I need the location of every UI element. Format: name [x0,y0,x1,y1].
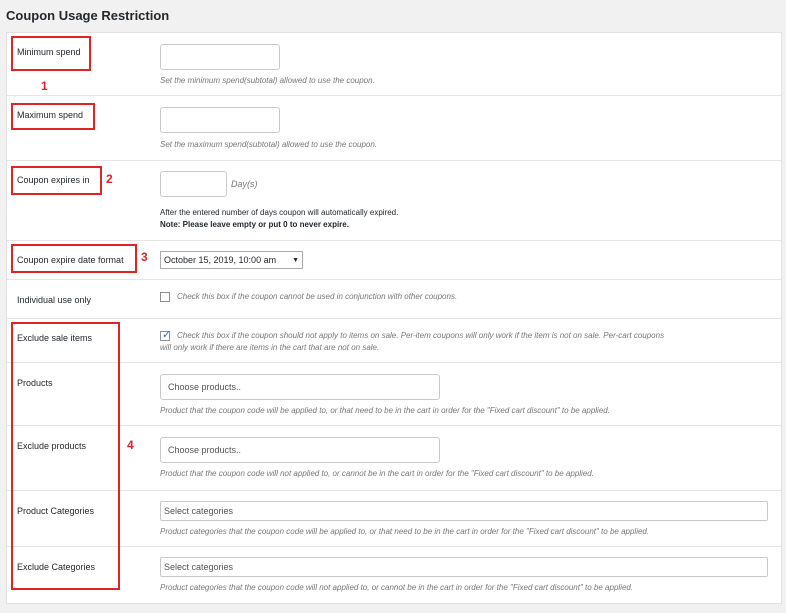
exclude-sale-help-line1: Check this box if the coupon should not … [177,331,665,340]
exclude-products-row: Exclude products Choose products.. Produ… [7,426,781,491]
min-spend-row: Minimum spend Set the minimum spend(subt… [7,33,781,96]
annotation-box-exclusions [11,322,120,590]
annotation-box-date-format [11,244,137,273]
individual-use-row: Individual use only Check this box if th… [7,280,781,319]
exclude-categories-help: Product categories that the coupon code … [160,583,634,592]
annotation-marker-1: 1 [41,79,48,93]
individual-use-checkbox[interactable] [160,292,170,302]
max-spend-row: Maximum spend Set the maximum spend(subt… [7,96,781,161]
annotation-box-min-spend [11,36,91,71]
exclude-categories-placeholder: Select categories [164,562,234,572]
exclude-sale-checkbox[interactable]: ✓ [160,329,172,341]
exclude-products-input[interactable]: Choose products.. [160,437,440,463]
max-spend-help: Set the maximum spend(subtotal) allowed … [160,140,378,149]
products-help: Product that the coupon code will be app… [160,406,610,415]
exclude-sale-help-line2: will only work if there are items in the… [160,343,380,352]
section-title: Coupon Usage Restriction [6,8,170,23]
expires-in-input[interactable] [160,171,227,197]
min-spend-input[interactable] [160,44,280,70]
product-categories-help: Product categories that the coupon code … [160,527,650,536]
exclude-products-placeholder: Choose products.. [168,445,242,455]
products-input[interactable]: Choose products.. [160,374,440,400]
product-categories-row: Product Categories Select categories Pro… [7,491,781,547]
expires-in-row: Coupon expires in Day(s) After the enter… [7,161,781,241]
usage-restriction-panel: Minimum spend Set the minimum spend(subt… [6,32,782,604]
products-row: Products Choose products.. Product that … [7,363,781,426]
max-spend-input[interactable] [160,107,280,133]
min-spend-help: Set the minimum spend(subtotal) allowed … [160,76,375,85]
checkmark-icon: ✓ [162,329,172,341]
annotation-marker-3: 3 [141,250,148,264]
product-categories-placeholder: Select categories [164,506,234,516]
exclude-categories-row: Exclude Categories Select categories Pro… [7,547,781,603]
individual-use-label: Individual use only [17,295,92,305]
expires-in-note: Note: Please leave empty or put 0 to nev… [160,220,349,229]
annotation-marker-2: 2 [106,172,113,186]
exclude-products-help: Product that the coupon code will not ap… [160,469,594,478]
chevron-down-icon: ▼ [292,257,299,264]
individual-use-help: Check this box if the coupon cannot be u… [177,292,458,301]
annotation-box-max-spend [11,103,95,130]
product-categories-input[interactable]: Select categories [160,501,768,521]
expires-in-help: After the entered number of days coupon … [160,208,399,217]
exclude-categories-input[interactable]: Select categories [160,557,768,577]
annotation-box-expires-in [11,166,102,195]
exclude-sale-row: Exclude sale items ✓ Check this box if t… [7,319,781,363]
date-format-selected: October 15, 2019, 10:00 am [164,255,277,265]
annotation-marker-4: 4 [127,438,134,452]
expires-in-unit: Day(s) [231,179,258,189]
products-placeholder: Choose products.. [168,382,242,392]
date-format-select[interactable]: October 15, 2019, 10:00 am ▼ [160,251,303,269]
